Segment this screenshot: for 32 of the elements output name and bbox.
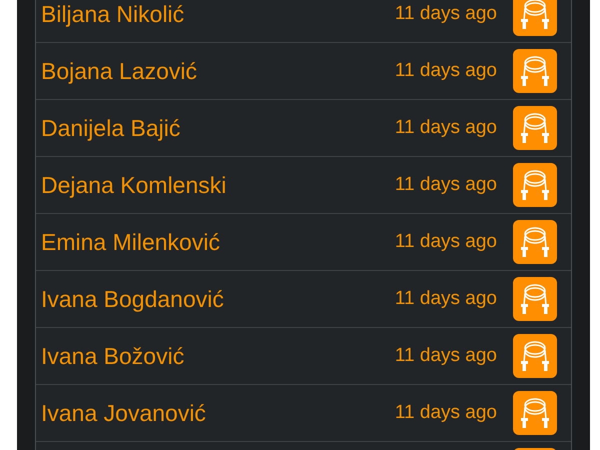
person-name: Bojana Lazović: [41, 58, 198, 84]
timestamp: 11 days ago: [394, 402, 497, 424]
jump-rope-icon: [513, 49, 557, 93]
timestamp: 11 days ago: [394, 174, 497, 196]
list-item[interactable]: Ivana Božović 11 days ago: [36, 328, 571, 385]
list-item[interactable]: Danijela Bajić 11 days ago: [36, 100, 571, 157]
timestamp: 11 days ago: [394, 117, 497, 139]
person-name: Biljana Nikolić: [41, 0, 186, 28]
list-item[interactable]: Biljana Nikolić 11 days ago: [36, 0, 571, 43]
list-item[interactable]: Ivana Bogdanović 11 days ago: [36, 271, 571, 328]
timestamp: 11 days ago: [394, 3, 497, 25]
timestamp: 11 days ago: [394, 288, 497, 310]
jump-rope-icon: [513, 277, 557, 321]
person-name: Emina Milenković: [41, 228, 221, 256]
list-item[interactable]: Bojana Lazović 11 days ago: [36, 43, 571, 100]
list-item[interactable]: Ivana Jovanović 11 days ago: [36, 385, 571, 442]
list-item[interactable]: Dejana Komlenski 11 days ago: [36, 157, 571, 214]
person-name: Danijela Bajić: [41, 114, 182, 142]
jump-rope-icon: [513, 106, 557, 150]
jump-rope-icon: [513, 391, 557, 435]
person-name: Ivana Jovanović: [41, 400, 207, 426]
list-item[interactable]: Emina Milenković 11 days ago: [36, 214, 571, 271]
jump-rope-icon: [513, 0, 557, 36]
timestamp: 11 days ago: [394, 231, 497, 253]
person-name: Dejana Komlenski: [41, 172, 228, 198]
timestamp: 11 days ago: [394, 345, 497, 367]
jump-rope-icon: [513, 163, 557, 207]
jump-rope-icon: [513, 220, 557, 264]
timestamp: 11 days ago: [394, 60, 497, 82]
jump-rope-icon: [513, 334, 557, 378]
person-name: Ivana Božović: [41, 342, 186, 370]
person-name: Ivana Bogdanović: [41, 286, 225, 312]
